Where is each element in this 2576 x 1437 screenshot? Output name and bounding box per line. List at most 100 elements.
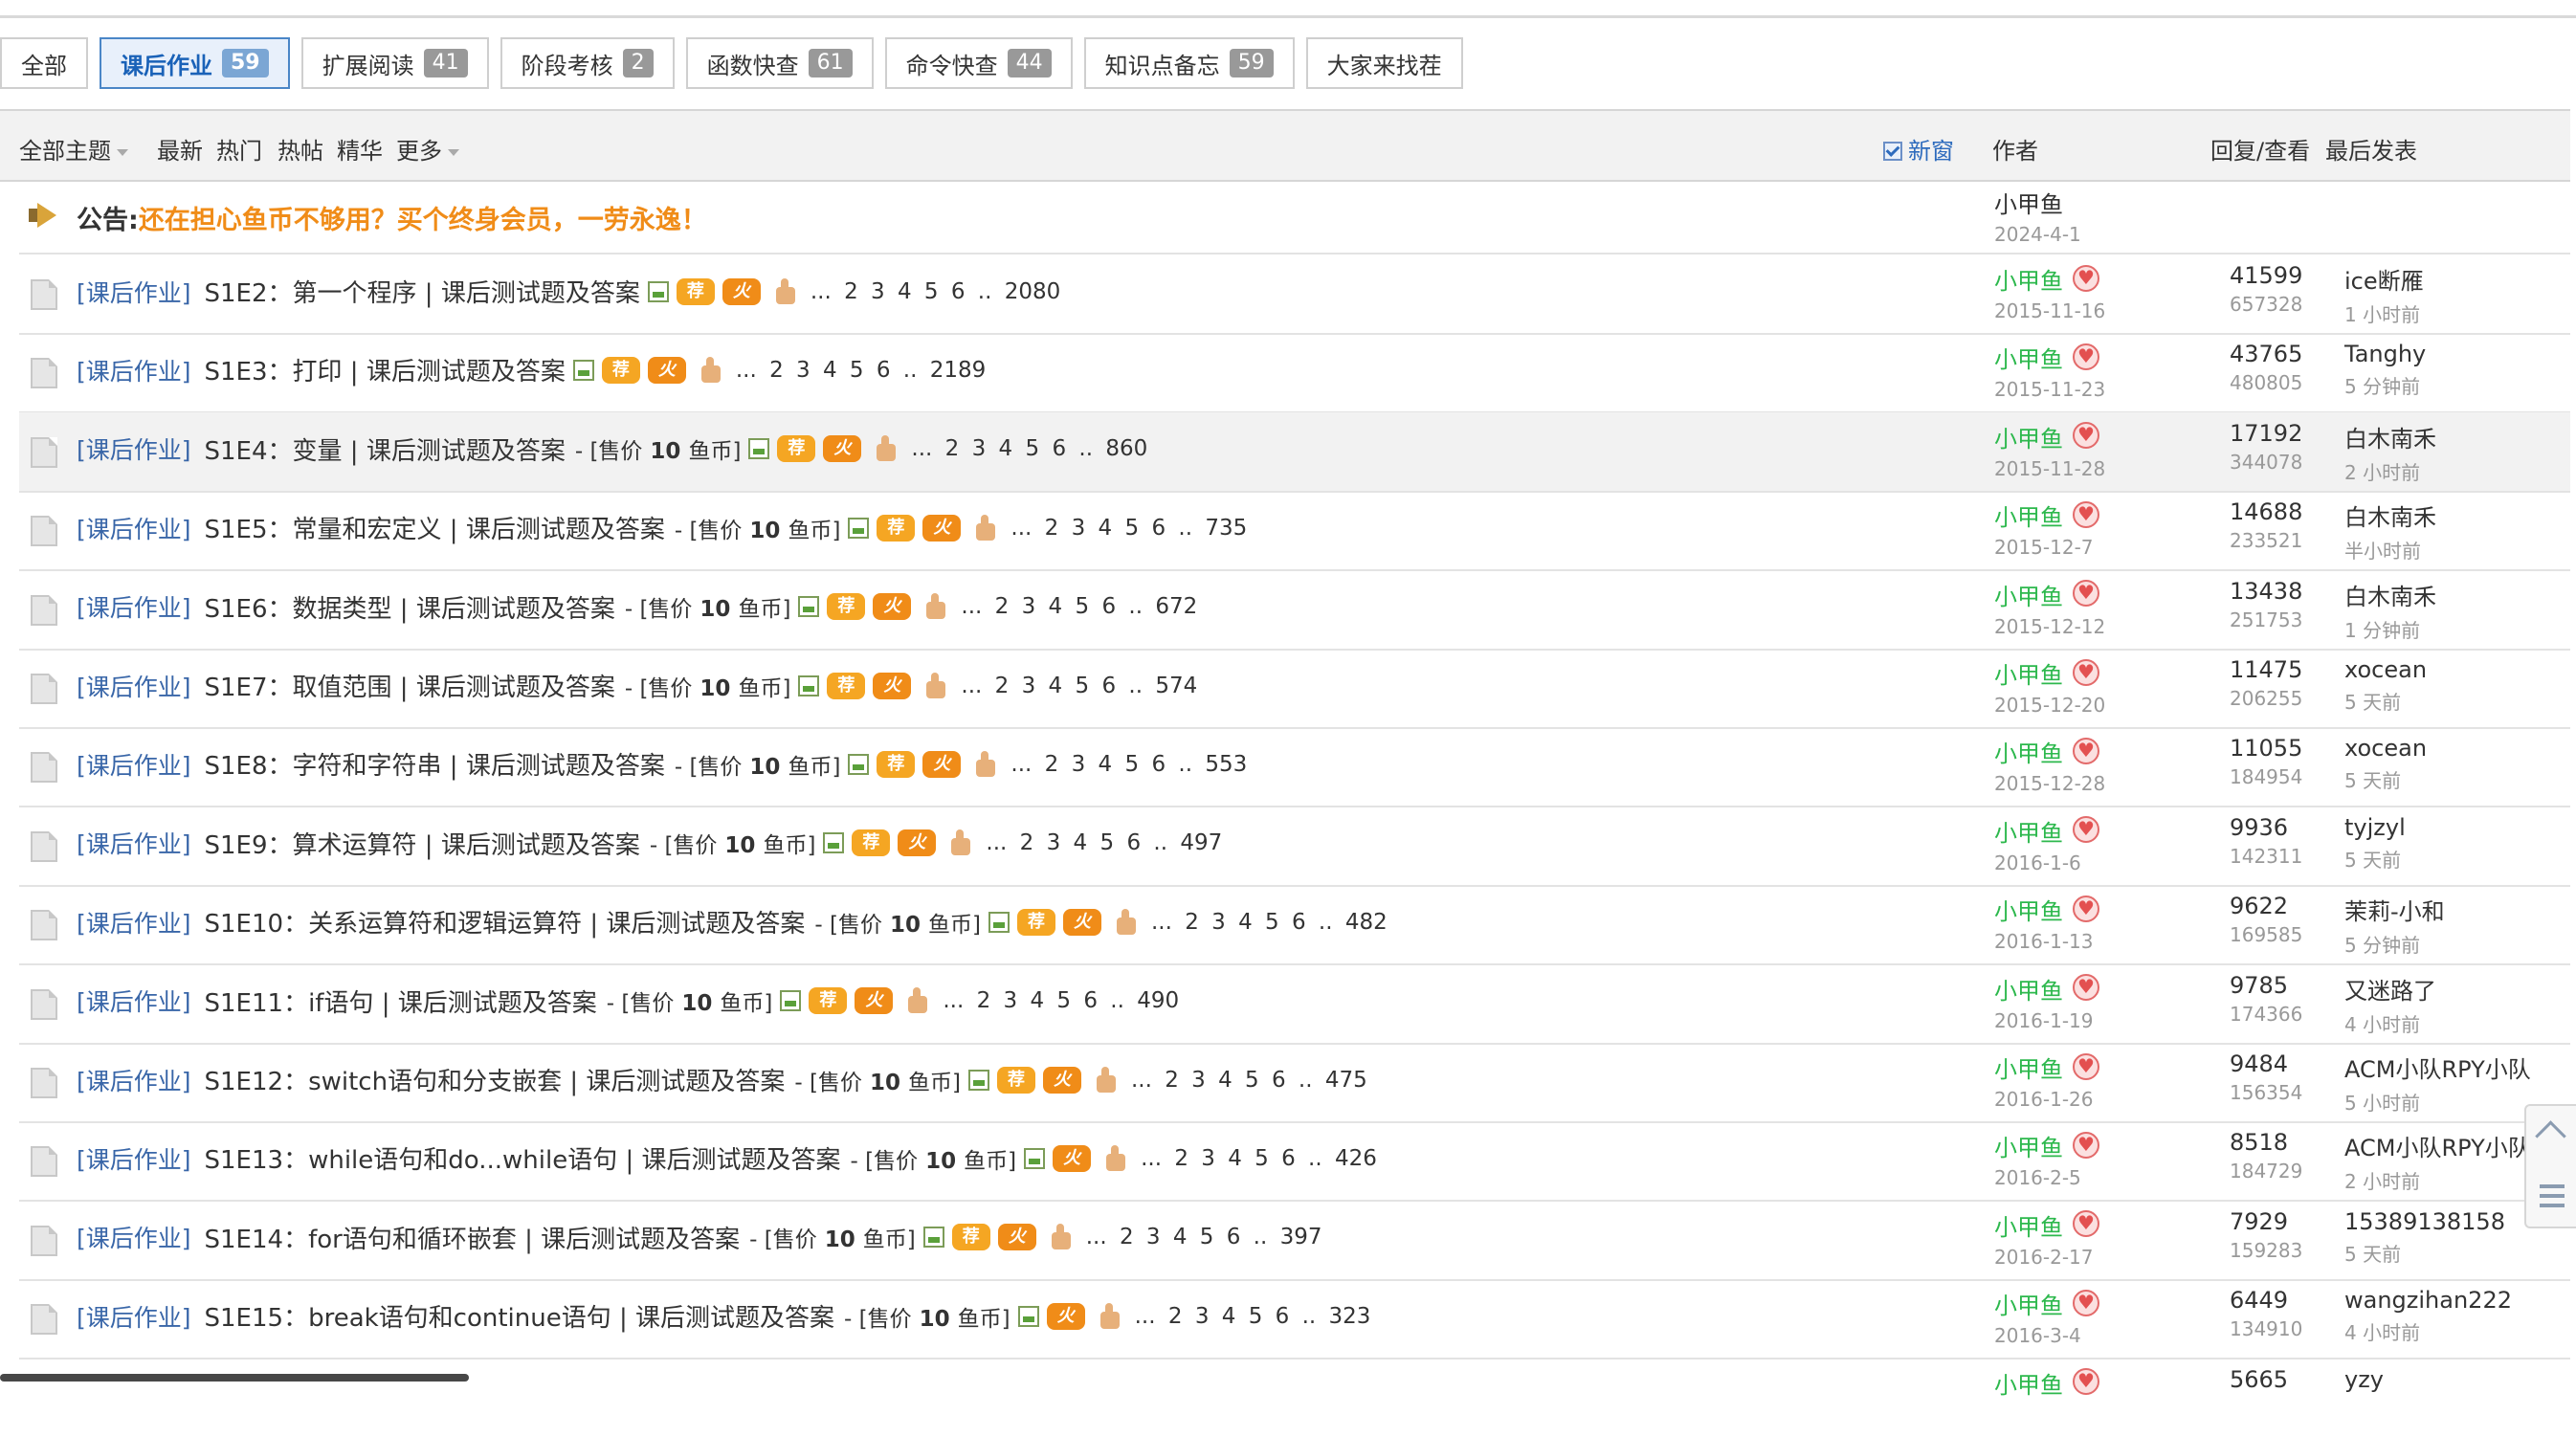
last-post-time[interactable]: 5 分钟前	[2344, 371, 2426, 399]
last-poster[interactable]: ice断雁	[2344, 262, 2424, 296]
thread-pagination[interactable]: ... 2 3 4 5 6 .. 553	[1010, 752, 1247, 777]
thread-pagination[interactable]: ... 2 3 4 5 6 .. 490	[943, 988, 1179, 1013]
thread-title[interactable]: S1E13：while语句和do...while语句 | 课后测试题及答案	[205, 1140, 841, 1176]
thread-category[interactable]: [课后作业]	[77, 431, 191, 466]
last-post-time[interactable]: 5 天前	[2344, 687, 2427, 715]
author-name[interactable]: 小甲鱼	[1994, 498, 2101, 532]
author-name[interactable]: 小甲鱼	[1994, 814, 2101, 848]
thread-title[interactable]: S1E2：第一个程序 | 课后测试题及答案	[205, 274, 640, 309]
author-name[interactable]: 小甲鱼	[1994, 1208, 2101, 1242]
thread-pagination[interactable]: ... 2 3 4 5 6 .. 735	[1010, 516, 1247, 541]
thread-title[interactable]: S1E5：常量和宏定义 | 课后测试题及答案	[205, 510, 665, 545]
thread-category[interactable]: [课后作业]	[77, 1220, 191, 1254]
last-poster[interactable]: wangzihan222	[2344, 1287, 2512, 1314]
horizontal-scrollbar[interactable]	[0, 1374, 469, 1382]
thread-title[interactable]: S1E15：break语句和continue语句 | 课后测试题及答案	[205, 1298, 835, 1334]
thread-title[interactable]: S1E12：switch语句和分支嵌套 | 课后测试题及答案	[205, 1062, 786, 1097]
thread-pagination[interactable]: ... 2 3 4 5 6 .. 574	[961, 674, 1197, 698]
thread-title[interactable]: S1E4：变量 | 课后测试题及答案	[205, 431, 566, 467]
last-post-time[interactable]: 5 天前	[2344, 1239, 2505, 1267]
thread-pagination[interactable]: ... 2 3 4 5 6 .. 475	[1131, 1068, 1367, 1093]
tab-1[interactable]: 课后作业 59	[100, 37, 290, 89]
author-name[interactable]: 小甲鱼	[1994, 1287, 2101, 1320]
last-poster[interactable]: ACM小队RPY小队	[2344, 1129, 2531, 1162]
author-name[interactable]: 小甲鱼	[1994, 1050, 2101, 1084]
tab-6[interactable]: 知识点备忘 59	[1083, 37, 1295, 89]
last-poster[interactable]: 白木南禾	[2344, 420, 2436, 453]
last-poster[interactable]: 15389138158	[2344, 1208, 2505, 1235]
author-name[interactable]: 小甲鱼	[1994, 735, 2105, 768]
thread-pagination[interactable]: ... 2 3 4 5 6 .. 426	[1141, 1146, 1377, 1171]
thread-pagination[interactable]: ... 2 3 4 5 6 .. 672	[961, 594, 1197, 619]
last-post-time[interactable]: 5 分钟前	[2344, 930, 2445, 958]
tab-7[interactable]: 大家来找茬	[1305, 37, 1463, 89]
thread-category[interactable]: [课后作业]	[77, 669, 191, 703]
filter-more[interactable]: 更多	[396, 132, 459, 166]
last-poster[interactable]: 又迷路了	[2344, 972, 2436, 1006]
thread-title[interactable]: S1E8：字符和字符串 | 课后测试题及答案	[205, 746, 665, 782]
last-post-time[interactable]: 5 天前	[2344, 765, 2427, 793]
author-name[interactable]: 小甲鱼	[1994, 341, 2105, 374]
author-name[interactable]: 小甲鱼	[1994, 420, 2105, 453]
last-post-time[interactable]: 4 小时前	[2344, 1009, 2436, 1037]
last-poster[interactable]: xocean	[2344, 735, 2427, 762]
last-post-time[interactable]: 2 小时前	[2344, 457, 2436, 485]
thread-category[interactable]: [课后作业]	[77, 589, 191, 624]
thread-category[interactable]: [课后作业]	[77, 1063, 191, 1097]
thread-pagination[interactable]: ... 2 3 4 5 6 .. 860	[911, 436, 1147, 461]
thread-pagination[interactable]: ... 2 3 4 5 6 .. 323	[1135, 1304, 1371, 1329]
thread-pagination[interactable]: ... 2 3 4 5 6 .. 482	[1151, 910, 1388, 935]
last-poster[interactable]: Tanghy	[2344, 341, 2426, 367]
back-to-top-icon[interactable]	[2536, 1119, 2568, 1152]
last-post-time[interactable]: 2 小时前	[2344, 1166, 2531, 1194]
last-post-time[interactable]: 1 小时前	[2344, 299, 2424, 327]
tab-2[interactable]: 扩展阅读 41	[300, 37, 489, 89]
author-name[interactable]: 小甲鱼	[1994, 972, 2101, 1006]
last-post-time[interactable]: 4 小时前	[2344, 1317, 2512, 1345]
thread-category[interactable]: [课后作业]	[77, 826, 191, 860]
thread-category[interactable]: [课后作业]	[77, 905, 191, 940]
last-poster[interactable]: 茉莉-小和	[2344, 893, 2445, 926]
last-post-time[interactable]: 5 天前	[2344, 845, 2406, 873]
last-poster[interactable]: 白木南禾	[2344, 578, 2436, 611]
tab-0[interactable]: 全部	[0, 37, 88, 89]
tab-5[interactable]: 命令快查 44	[884, 37, 1073, 89]
author-name[interactable]: 小甲鱼	[1994, 1129, 2101, 1162]
last-poster[interactable]: ACM小队RPY小队	[2344, 1050, 2531, 1084]
thread-category[interactable]: [课后作业]	[77, 984, 191, 1018]
thread-category[interactable]: [课后作业]	[77, 511, 191, 545]
filter-digest[interactable]: 精华	[337, 132, 383, 166]
thread-pagination[interactable]: ... 2 3 4 5 6 .. 2080	[811, 279, 1060, 304]
last-poster[interactable]: tyjzyl	[2344, 814, 2406, 841]
thread-category[interactable]: [课后作业]	[77, 747, 191, 782]
thread-title[interactable]: S1E6：数据类型 | 课后测试题及答案	[205, 589, 615, 625]
author-name[interactable]: 小甲鱼	[1994, 893, 2101, 926]
author-name[interactable]: 小甲鱼	[1994, 578, 2105, 611]
new-window-toggle[interactable]: 新窗	[1883, 132, 1954, 166]
last-post-time[interactable]: 半小时前	[2344, 536, 2436, 564]
thread-title[interactable]: S1E9：算术运算符 | 课后测试题及答案	[205, 826, 640, 861]
last-poster[interactable]: xocean	[2344, 656, 2427, 683]
filter-hot-posts[interactable]: 热帖	[278, 132, 323, 166]
thread-category[interactable]: [课后作业]	[77, 353, 191, 387]
tab-4[interactable]: 函数快查 61	[685, 37, 874, 89]
announcement-link[interactable]: 还在担心鱼币不够用？买个终身会员，一劳永逸！	[139, 206, 707, 235]
author-name[interactable]: 小甲鱼	[1994, 1366, 2101, 1400]
author-name[interactable]: 小甲鱼	[1994, 262, 2105, 296]
filter-hot[interactable]: 热门	[216, 132, 262, 166]
last-poster[interactable]: yzy	[2344, 1366, 2384, 1393]
list-view-icon[interactable]	[2536, 1181, 2568, 1213]
thread-category[interactable]: [课后作业]	[77, 1299, 191, 1334]
filter-all-topics[interactable]: 全部主题	[19, 132, 128, 166]
author-name[interactable]: 小甲鱼	[1994, 656, 2105, 690]
thread-title[interactable]: S1E14：for语句和循环嵌套 | 课后测试题及答案	[205, 1220, 741, 1255]
thread-title[interactable]: S1E11：if语句 | 课后测试题及答案	[205, 984, 597, 1019]
thread-pagination[interactable]: ... 2 3 4 5 6 .. 397	[1086, 1225, 1322, 1249]
thread-category[interactable]: [课后作业]	[77, 1141, 191, 1176]
thread-pagination[interactable]: ... 2 3 4 5 6 .. 497	[986, 830, 1222, 855]
last-post-time[interactable]: 5 小时前	[2344, 1088, 2531, 1116]
tab-3[interactable]: 阶段考核 2	[500, 37, 675, 89]
thread-title[interactable]: S1E7：取值范围 | 课后测试题及答案	[205, 668, 615, 703]
filter-latest[interactable]: 最新	[157, 132, 203, 166]
last-post-time[interactable]: 1 分钟前	[2344, 615, 2436, 643]
